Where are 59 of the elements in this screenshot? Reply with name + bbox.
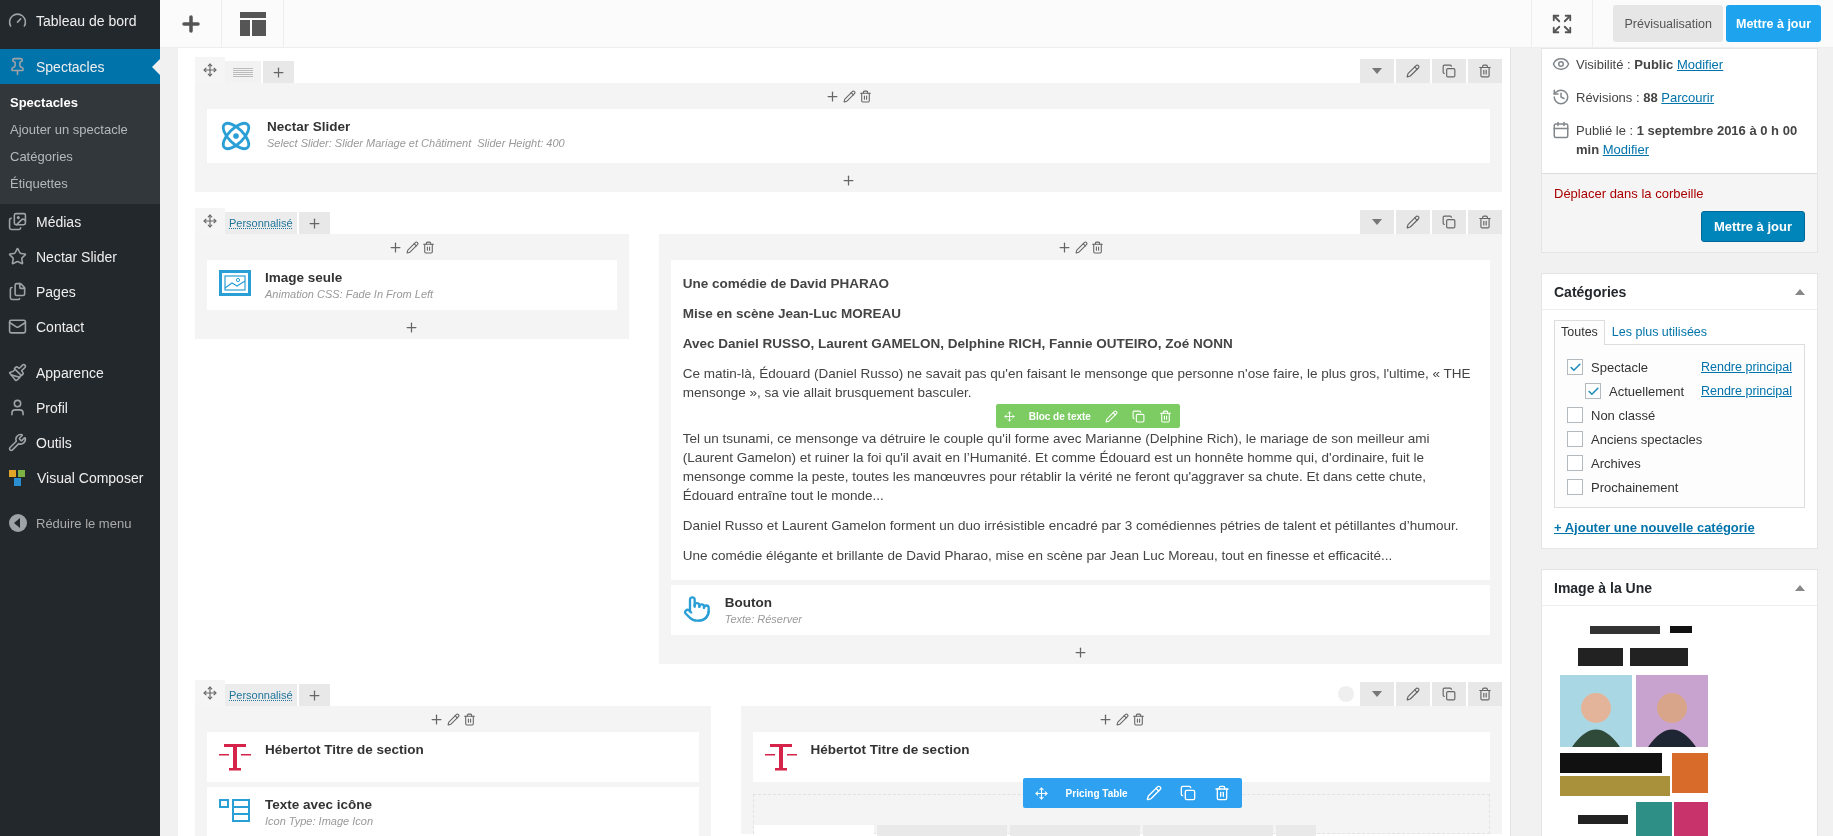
- menu-item[interactable]: Nectar Slider: [0, 239, 160, 274]
- trash-link[interactable]: Déplacer dans la corbeille: [1554, 186, 1704, 201]
- submenu-item[interactable]: Étiquettes: [0, 170, 160, 197]
- row-layout-link[interactable]: Personnalisé: [225, 212, 297, 234]
- paragraph: Une comédie de David PHARAO: [682, 275, 890, 293]
- category-label: Archives: [1591, 455, 1641, 471]
- category-tab[interactable]: Toutes: [1554, 320, 1605, 345]
- element-label: Pricing Table: [1065, 787, 1128, 799]
- category-label: Prochainement: [1591, 479, 1679, 495]
- element-param: Select Slider: Slider Mariage et Châtiment: [267, 137, 472, 149]
- menu-item[interactable]: Outils: [0, 425, 160, 460]
- submenu-item[interactable]: Catégories: [0, 143, 160, 170]
- element-param: Slider Height: 400: [477, 137, 565, 149]
- submenu-item[interactable]: Ajouter un spectacle: [0, 116, 160, 143]
- paragraph: Tel un tsunami, ce mensonge va détruire le couple qu'il forme avec Marianne (Delphine Rich), le mariage de son meilleur ami (Laurent Gamelon) et ruiner la foi qu'il avait en l’Humanité. Et comme Édouard est un honnête homme qui, d'ordinaire, fuit le mensonge comme la peste, toutes les manœuvres pour rétablir la vérité ne feront qu'aggraver sa chute. Et dans cette chute, Édouard entraîne tout le monde...: [682, 430, 1431, 505]
- element-title: Hébertot Titre de section: [810, 742, 970, 757]
- publish-link[interactable]: Parcourir: [1661, 90, 1715, 105]
- element-title: Texte avec icône: [265, 797, 374, 812]
- menu-item[interactable]: Pages: [0, 274, 160, 309]
- element-title: Hébertot Titre de section: [265, 742, 424, 757]
- publish-link[interactable]: Modifier: [1602, 142, 1649, 157]
- element-title: Nectar Slider: [267, 119, 352, 134]
- element-title: Bouton: [724, 595, 773, 610]
- publish-info: Publié le : 1 septembre 2016 à 0 h 00 min Modifier: [1576, 122, 1799, 159]
- paragraph: Avec Daniel RUSSO, Laurent GAMELON, Delphine RICH, Fannie OUTEIRO, Zoé NONN: [682, 335, 1234, 353]
- element-title: Image seule: [265, 270, 344, 285]
- make-primary-link[interactable]: Rendre principal: [1700, 360, 1792, 374]
- element-param: Texte: Réserver: [724, 613, 802, 625]
- menu-item[interactable]: Tableau de bord: [0, 3, 160, 38]
- publish-info: Révisions : 88 Parcourir: [1576, 89, 1715, 107]
- paragraph: Daniel Russo et Laurent Gamelon forment un duo irrésistible encadré par 3 comédiennes pétries de talent et pétillantes d’humour.: [682, 517, 1460, 535]
- box-title: Catégories: [1554, 283, 1627, 300]
- element-param: Animation CSS: Fade In From Left: [265, 288, 434, 300]
- add-category-link[interactable]: + Ajouter une nouvelle catégorie: [1554, 520, 1755, 535]
- menu-item[interactable]: Apparence: [0, 355, 160, 390]
- category-label: Anciens spectacles: [1591, 431, 1703, 447]
- publish-link[interactable]: Modifier: [1676, 57, 1724, 72]
- row-layout-link[interactable]: Personnalisé: [225, 684, 297, 706]
- category-label: Non classé: [1591, 407, 1656, 423]
- box-title: Image à la Une: [1554, 579, 1653, 596]
- publish-info: Visibilité : Public Modifier: [1576, 56, 1724, 74]
- category-label: Spectacle: [1591, 359, 1649, 375]
- menu-item[interactable]: Profil: [0, 390, 160, 425]
- menu-item[interactable]: Visual Composer: [0, 460, 160, 495]
- collapse-menu-button[interactable]: Réduire le menu: [0, 506, 160, 540]
- make-primary-link[interactable]: Rendre principal: [1700, 384, 1792, 398]
- category-tab[interactable]: Les plus utilisées: [1604, 320, 1715, 345]
- paragraph: Mise en scène Jean-Luc MOREAU: [682, 305, 902, 323]
- submenu-item[interactable]: Spectacles: [0, 89, 160, 116]
- paragraph: Une comédie élégante et brillante de David Pharao, mise en scène par Jean Luc Moreau, tout en finesse et efficacité...: [682, 547, 1394, 565]
- preview-button[interactable]: Prévisualisation: [1613, 5, 1723, 42]
- category-label: Actuellement: [1609, 383, 1685, 399]
- element-label: Bloc de texte: [1028, 410, 1091, 422]
- element-param: Icon Type: Image Icon: [265, 815, 374, 827]
- menu-item[interactable]: Spectacles: [0, 49, 160, 84]
- menu-item[interactable]: Médias: [0, 204, 160, 239]
- update-button[interactable]: Mettre à jour: [1701, 211, 1805, 242]
- paragraph: Ce matin-là, Édouard (Daniel Russo) ne savait pas qu'en faisant le mensonge que personne n'ose faire, le plus gros, l'ultime, « THE mensonge », sa vie allait brusquement basculer.: [682, 365, 1472, 402]
- menu-item[interactable]: Contact: [0, 309, 160, 344]
